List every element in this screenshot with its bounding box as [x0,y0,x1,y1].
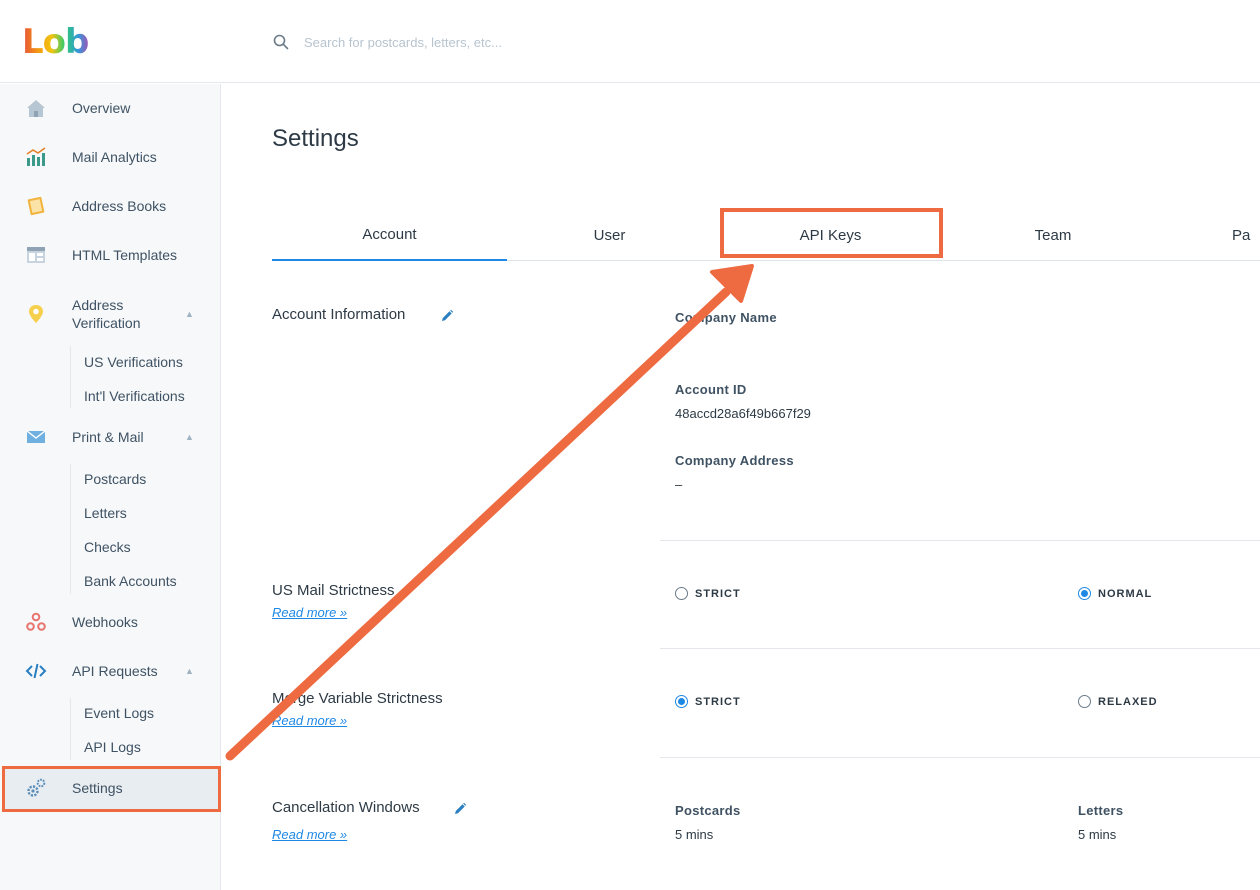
api-keys-highlight-box [720,208,943,258]
account-id-label: Account ID [675,382,747,397]
us-mail-strictness-label: US Mail Strictness [272,582,395,599]
chevron-up-icon[interactable]: ▲ [185,309,194,319]
search-bar[interactable] [272,28,872,56]
radio-dot[interactable] [675,587,688,600]
pencil-icon[interactable] [440,309,454,323]
sidebar-subitem-intl-verifications[interactable]: Int'l Verifications [84,388,185,404]
company-address-value: – [675,477,683,492]
cancellation-windows-label: Cancellation Windows [272,799,420,816]
sidebar-item-mail-analytics[interactable]: Mail Analytics [0,145,221,169]
sidebar-item-label: Settings [72,780,123,796]
merge-variable-read-more-link[interactable]: Read more » [272,713,347,728]
sidebar-item-overview[interactable]: Overview [0,96,221,120]
home-icon [25,97,47,119]
sidebar-item-api-requests[interactable]: API Requests ▲ [0,659,221,683]
sidebar-subitem-letters[interactable]: Letters [84,505,127,521]
envelope-icon [25,426,47,448]
us-mail-normal-radio[interactable]: NORMAL [1078,587,1152,600]
letters-window-label: Letters [1078,803,1124,818]
postcards-window-label: Postcards [675,803,741,818]
account-id-value: 48accd28a6f49b667f29 [675,406,811,421]
sidebar-item-settings[interactable]: Settings [0,776,221,800]
sidebar-subitem-checks[interactable]: Checks [84,539,131,555]
sidebar-item-label: Overview [72,100,131,116]
merge-variable-relaxed-radio[interactable]: RELAXED [1078,695,1158,708]
section-divider [660,757,1260,758]
chevron-up-icon[interactable]: ▲ [185,432,194,442]
merge-variable-strictness-label: Merge Variable Strictness [272,690,443,707]
radio-label: RELAXED [1098,695,1158,708]
sidebar-item-label: Webhooks [72,614,138,630]
us-mail-read-more-link[interactable]: Read more » [272,605,347,620]
sub-nav-line [70,464,71,594]
sidebar-item-label: Address Verification [72,297,141,331]
template-icon [25,244,47,266]
search-icon [273,34,289,50]
page-title: Settings [272,125,359,152]
chart-icon [25,146,47,168]
webhook-icon [25,611,47,633]
search-input[interactable] [304,34,844,50]
section-divider [660,540,1260,541]
lob-logo[interactable]: Lob [22,22,89,62]
sidebar-subitem-event-logs[interactable]: Event Logs [84,705,154,721]
sidebar-item-webhooks[interactable]: Webhooks [0,610,221,634]
radio-dot[interactable] [675,695,688,708]
sub-nav-line [70,698,71,760]
map-pin-icon [25,303,47,325]
cancellation-read-more-link[interactable]: Read more » [272,827,347,842]
tab-account[interactable]: Account [272,210,507,261]
tab-user[interactable]: User [507,210,712,261]
code-icon [25,660,47,682]
postcards-window-value: 5 mins [675,827,714,842]
sidebar-item-label: Address Books [72,198,167,214]
book-icon [25,195,47,217]
sidebar-item-address-books[interactable]: Address Books [0,194,221,218]
sidebar-item-print-mail[interactable]: Print & Mail ▲ [0,425,221,449]
chevron-up-icon[interactable]: ▲ [185,666,194,676]
account-information-label: Account Information [272,306,406,323]
radio-dot[interactable] [1078,587,1091,600]
sub-nav-line [70,346,71,408]
sidebar-subitem-postcards[interactable]: Postcards [84,471,146,487]
sidebar-item-html-templates[interactable]: HTML Templates [0,243,221,267]
sidebar-subitem-bank-accounts[interactable]: Bank Accounts [84,573,177,589]
company-address-label: Company Address [675,453,794,468]
sidebar-item-address-verification[interactable]: Address Verification ▲ [0,294,221,334]
sidebar-item-label: Mail Analytics [72,149,157,165]
radio-dot[interactable] [1078,695,1091,708]
tab-team[interactable]: Team [939,210,1167,261]
sidebar-subitem-api-logs[interactable]: API Logs [84,739,141,755]
sidebar-item-label: API Requests [72,663,158,679]
letters-window-value: 5 mins [1078,827,1117,842]
pencil-icon[interactable] [453,802,467,816]
radio-label: STRICT [695,695,741,708]
sidebar-subitem-us-verifications[interactable]: US Verifications [84,354,183,370]
section-divider [660,648,1260,649]
tab-partial[interactable]: Pa [1232,210,1260,261]
radio-label: STRICT [695,587,741,600]
gear-icon [25,777,47,799]
company-name-label: Company Name [675,310,777,325]
radio-label: NORMAL [1098,587,1153,600]
us-mail-strict-radio[interactable]: STRICT [675,587,741,600]
sidebar-item-label: Print & Mail [72,429,144,445]
sidebar-item-label: HTML Templates [72,247,178,263]
top-bar: Lob [0,0,1260,83]
merge-variable-strict-radio[interactable]: STRICT [675,695,741,708]
